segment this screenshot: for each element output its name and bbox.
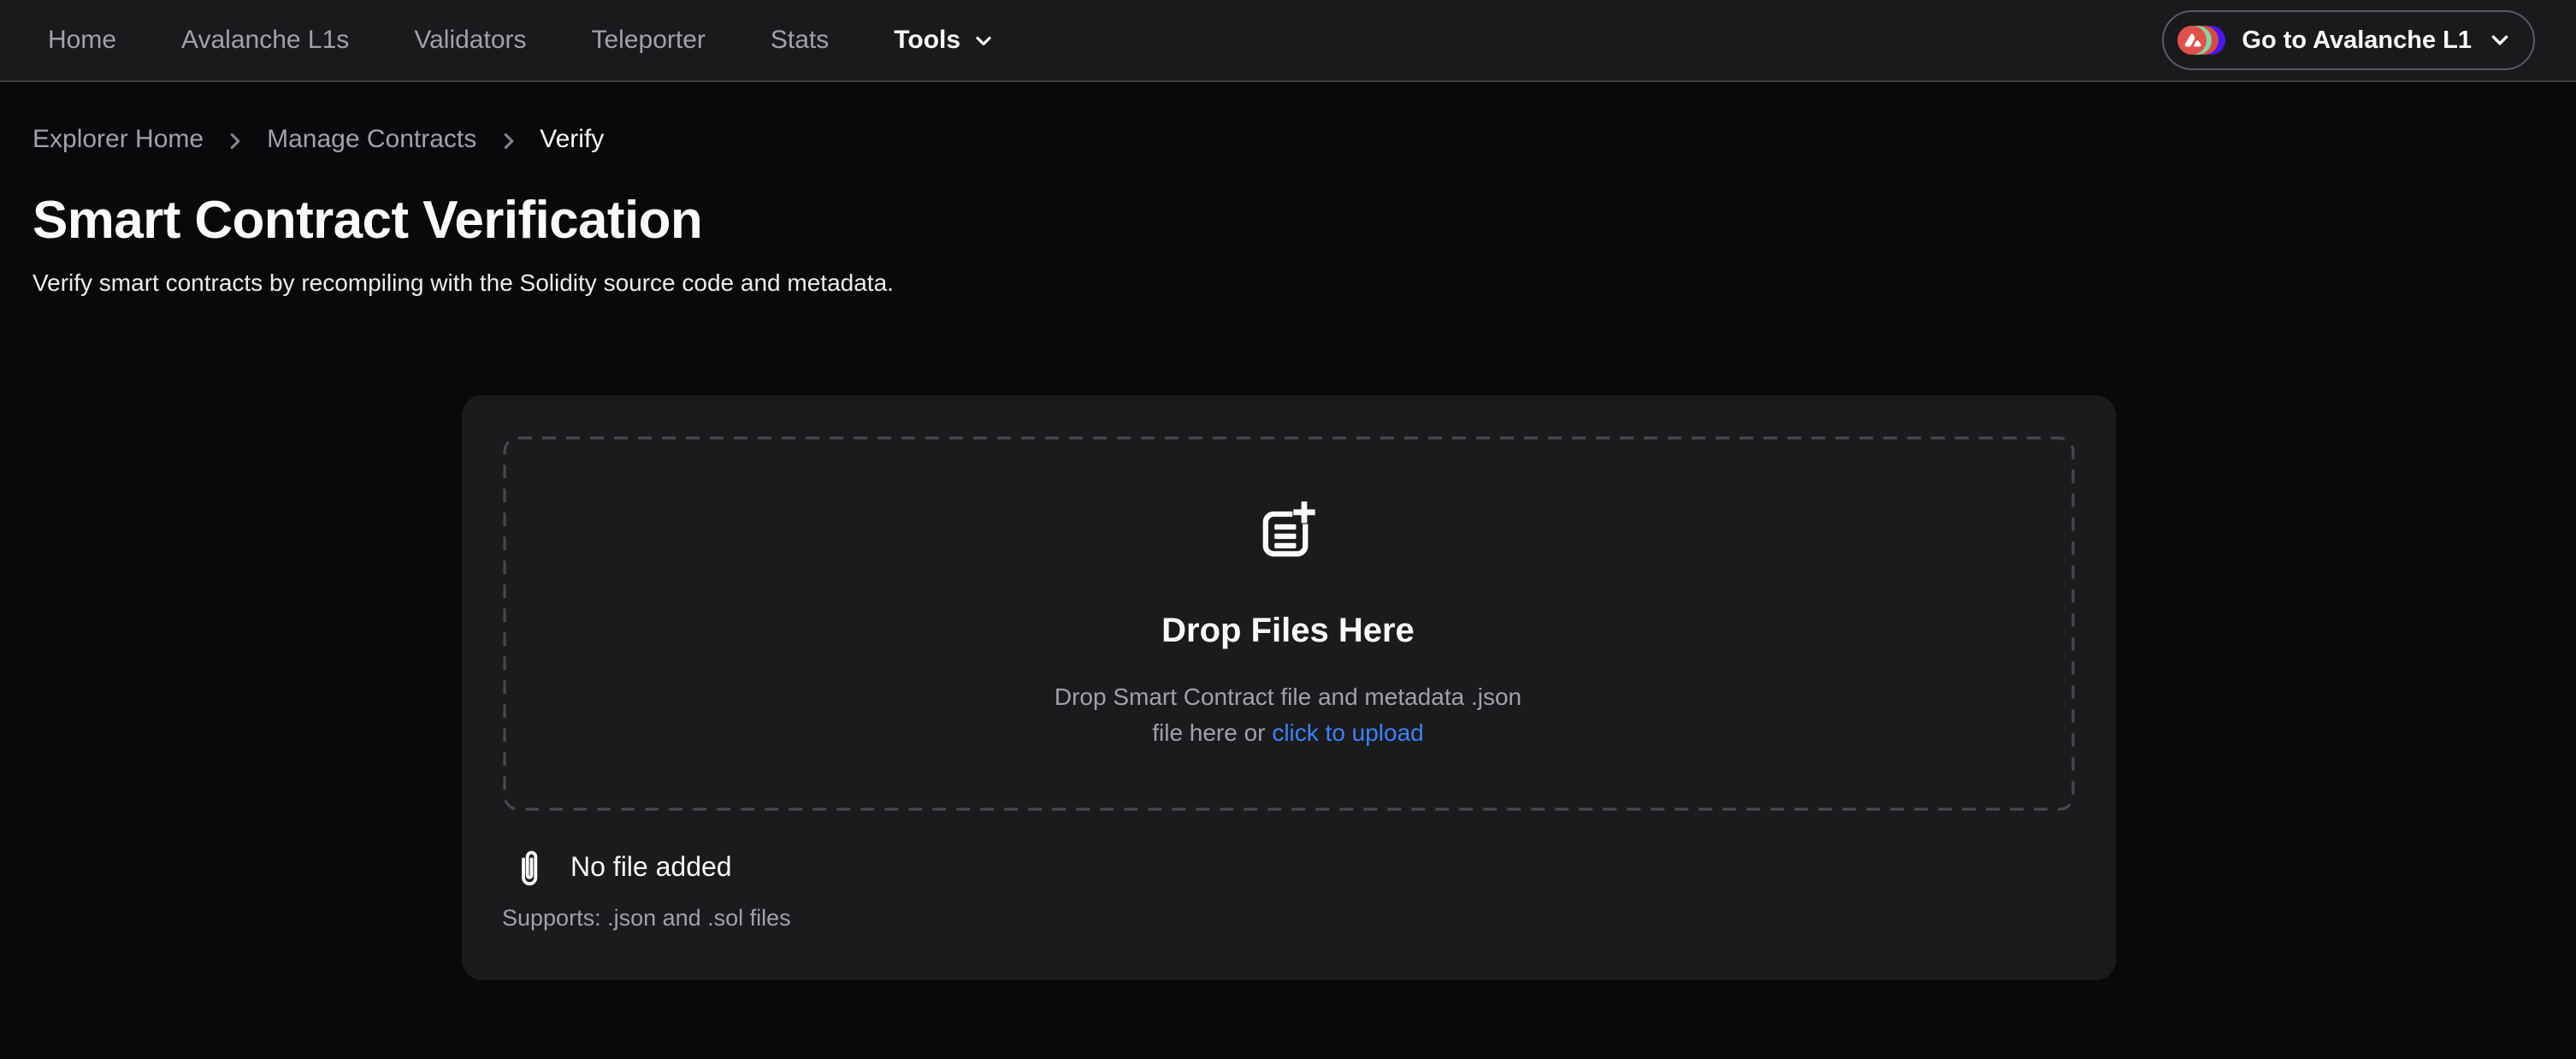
nav-links: Home Avalanche L1s Validators Teleporter… xyxy=(48,26,993,55)
top-nav: Home Avalanche L1s Validators Teleporter… xyxy=(0,0,2576,82)
nav-item-tools[interactable]: Tools xyxy=(894,26,993,55)
file-dropzone[interactable]: Drop Files Here Drop Smart Contract file… xyxy=(502,436,2074,811)
dropzone-description: Drop Smart Contract file and metadata .j… xyxy=(1055,678,1521,750)
chevron-right-icon xyxy=(497,129,519,151)
supported-files-label: Supports: .json and .sol files xyxy=(502,905,2074,931)
nav-item-validators[interactable]: Validators xyxy=(414,26,526,55)
page-subtitle: Verify smart contracts by recompiling wi… xyxy=(32,265,2544,299)
nav-item-teleporter[interactable]: Teleporter xyxy=(592,26,706,55)
paperclip-icon xyxy=(514,845,543,893)
nav-item-home[interactable]: Home xyxy=(48,26,116,55)
nav-item-tools-label: Tools xyxy=(894,26,960,55)
network-circle-stack xyxy=(2177,26,2224,55)
dropzone-description-line2: file here or xyxy=(1152,718,1272,745)
go-to-avalanche-l1-label: Go to Avalanche L1 xyxy=(2242,27,2472,54)
no-file-added-label: No file added xyxy=(570,854,732,884)
chevron-right-icon xyxy=(224,129,246,151)
viewport: Home Avalanche L1s Validators Teleporter… xyxy=(0,0,2576,1059)
go-to-avalanche-l1-button[interactable]: Go to Avalanche L1 xyxy=(2161,10,2535,70)
breadcrumb-verify: Verify xyxy=(540,123,604,157)
breadcrumb-explorer-home[interactable]: Explorer Home xyxy=(32,123,204,157)
click-to-upload-link[interactable]: click to upload xyxy=(1272,718,1423,745)
file-add-icon xyxy=(1256,497,1320,562)
chevron-down-icon xyxy=(2489,29,2511,51)
breadcrumb-manage-contracts[interactable]: Manage Contracts xyxy=(267,123,476,157)
avalanche-logo-icon xyxy=(2177,26,2206,55)
dropzone-title: Drop Files Here xyxy=(1161,606,1415,654)
dropzone-description-line1: Drop Smart Contract file and metadata .j… xyxy=(1055,682,1521,709)
chevron-down-icon xyxy=(972,30,993,50)
nav-item-avalanche-l1s[interactable]: Avalanche L1s xyxy=(181,26,349,55)
verification-card: Drop Files Here Drop Smart Contract file… xyxy=(461,395,2115,980)
file-status: No file added Supports: .json and .sol f… xyxy=(502,845,2074,931)
breadcrumb: Explorer Home Manage Contracts Verify xyxy=(32,123,2544,157)
page-title: Smart Contract Verification xyxy=(32,186,2544,255)
nav-item-stats[interactable]: Stats xyxy=(771,26,829,55)
file-status-row: No file added xyxy=(502,845,2074,893)
main-content: Explorer Home Manage Contracts Verify Sm… xyxy=(0,123,2576,980)
